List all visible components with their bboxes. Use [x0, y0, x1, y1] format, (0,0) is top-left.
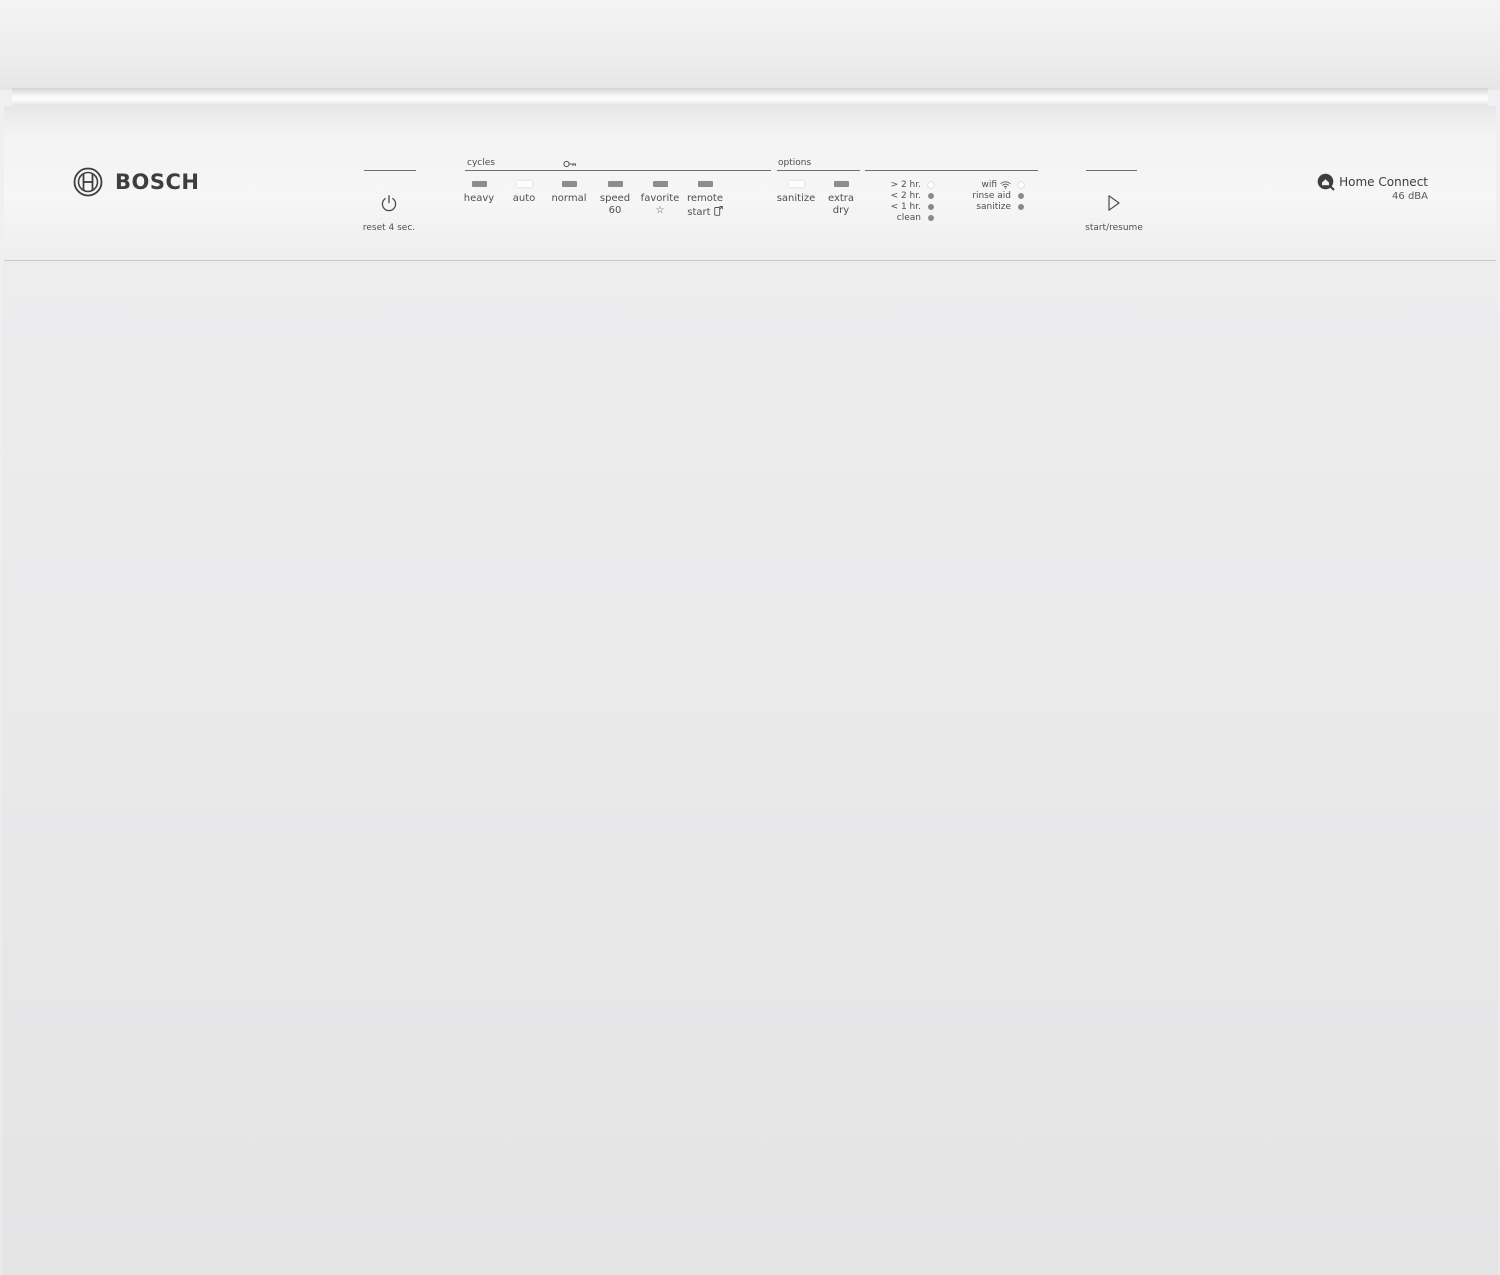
option-label: extra — [827, 193, 855, 204]
led-heavy — [471, 181, 487, 187]
power-rule — [364, 170, 416, 171]
play-icon — [1108, 195, 1120, 211]
brand-name: BOSCH — [115, 170, 200, 194]
time-indicator: clean — [870, 212, 934, 223]
time-indicator-dot — [928, 192, 934, 199]
status-indicator-label: sanitize — [976, 201, 1011, 212]
cycle-sublabel-wrap: start — [675, 205, 735, 219]
led-normal — [561, 181, 577, 187]
option-button-extra-dry[interactable]: extra dry — [811, 181, 871, 217]
status-indicator-dot — [1018, 181, 1024, 188]
led-favorite — [652, 181, 668, 187]
wifi-icon — [1000, 180, 1011, 189]
led-remote-start — [697, 181, 713, 187]
time-indicator: > 2 hr. — [870, 179, 934, 190]
status-indicator-dot — [1018, 203, 1024, 210]
noise-level: 46 dBA — [1392, 191, 1428, 202]
time-indicator-dot — [928, 203, 934, 210]
cycle-button-remote-start[interactable]: remote start — [675, 181, 735, 219]
time-indicator: < 1 hr. — [870, 201, 934, 212]
cycle-label: remote — [687, 193, 723, 204]
options-heading: options — [778, 158, 812, 168]
status-indicator-sanitize: sanitize — [950, 201, 1024, 212]
time-indicator-dot — [928, 214, 934, 221]
led-auto — [516, 181, 532, 187]
time-indicator-dot — [928, 181, 934, 188]
time-indicator-label: clean — [896, 212, 921, 223]
cycles-rule — [465, 170, 771, 171]
control-panel — [4, 106, 1496, 261]
phone-remote-icon — [713, 206, 723, 216]
bosch-armature-icon — [73, 167, 103, 197]
homeconnect-logo: Home Connect — [1317, 173, 1428, 191]
homeconnect-name: Home Connect — [1339, 175, 1428, 189]
power-button-label: reset 4 sec. — [362, 223, 416, 233]
power-button[interactable]: reset 4 sec. — [339, 194, 439, 234]
time-indicator: < 2 hr. — [870, 190, 934, 201]
time-indicator-label: < 1 hr. — [890, 201, 921, 212]
status-rule — [865, 170, 1038, 171]
homeconnect-icon — [1317, 173, 1335, 191]
time-indicator-label: < 2 hr. — [890, 190, 921, 201]
power-icon — [381, 195, 397, 212]
time-indicator-label: > 2 hr. — [890, 179, 921, 190]
start-resume-button[interactable]: start/resume — [1064, 194, 1164, 234]
status-indicator-label: rinse aid — [972, 190, 1011, 201]
options-rule — [777, 170, 860, 171]
led-extra-dry — [833, 181, 849, 187]
led-sanitize — [788, 181, 804, 187]
status-indicator-wifi: wifi — [950, 179, 1024, 190]
door-panel — [2, 261, 1498, 1275]
led-speed — [607, 181, 623, 187]
start-rule — [1086, 170, 1137, 171]
status-indicator-dot — [1018, 192, 1024, 199]
cycle-sublabel: start — [687, 207, 711, 218]
start-resume-label: start/resume — [1085, 223, 1143, 233]
status-indicator-rinse-aid: rinse aid — [950, 190, 1024, 201]
top-band — [0, 0, 1500, 90]
brand: BOSCH — [73, 167, 199, 197]
status-indicator-label: wifi — [981, 179, 997, 190]
key-icon — [563, 160, 576, 168]
option-sublabel: dry — [832, 205, 850, 216]
dishwasher-front: BOSCH reset 4 sec. cycles heavy auto nor… — [0, 0, 1500, 1275]
cycles-heading: cycles — [467, 158, 495, 168]
door-handle[interactable] — [12, 88, 1488, 108]
